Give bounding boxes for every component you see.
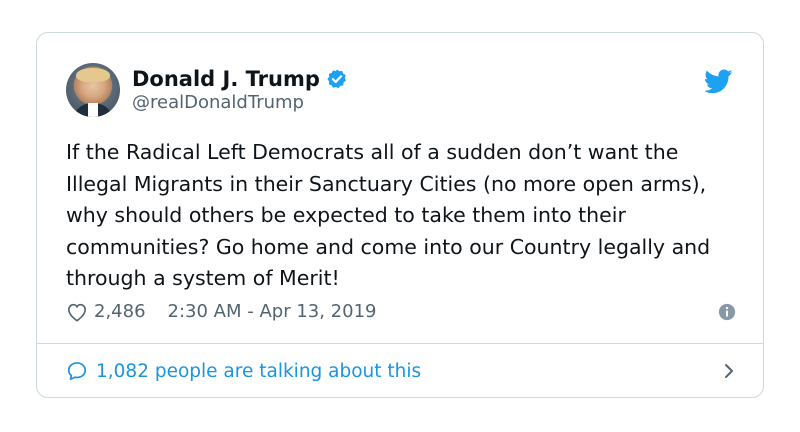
conversation-link[interactable]: 1,082 people are talking about this	[66, 357, 736, 385]
heart-icon[interactable]	[66, 302, 88, 322]
tweet-timestamp[interactable]: 2:30 AM - Apr 13, 2019	[168, 301, 377, 322]
avatar[interactable]	[66, 63, 120, 117]
author-handle[interactable]: @realDonaldTrump	[132, 92, 348, 114]
name-row: Donald J. Trump	[132, 66, 348, 92]
author-display-name[interactable]: Donald J. Trump	[132, 66, 320, 92]
tweet-meta: 2,486 2:30 AM - Apr 13, 2019	[66, 301, 736, 322]
twitter-bird-icon[interactable]	[705, 69, 733, 93]
chevron-right-icon	[725, 364, 733, 378]
divider	[37, 343, 763, 344]
tweet-card[interactable]: Donald J. Trump @realDonaldTrump If the …	[36, 32, 764, 398]
tweet-header: Donald J. Trump @realDonaldTrump	[66, 63, 348, 117]
info-icon[interactable]	[718, 303, 736, 321]
like-count[interactable]: 2,486	[94, 301, 146, 322]
conversation-label[interactable]: 1,082 people are talking about this	[96, 361, 421, 382]
verified-badge-icon	[327, 69, 346, 89]
author-names: Donald J. Trump @realDonaldTrump	[132, 66, 348, 114]
speech-bubble-icon	[67, 362, 87, 381]
tweet-text: If the Radical Left Democrats all of a s…	[66, 140, 711, 290]
